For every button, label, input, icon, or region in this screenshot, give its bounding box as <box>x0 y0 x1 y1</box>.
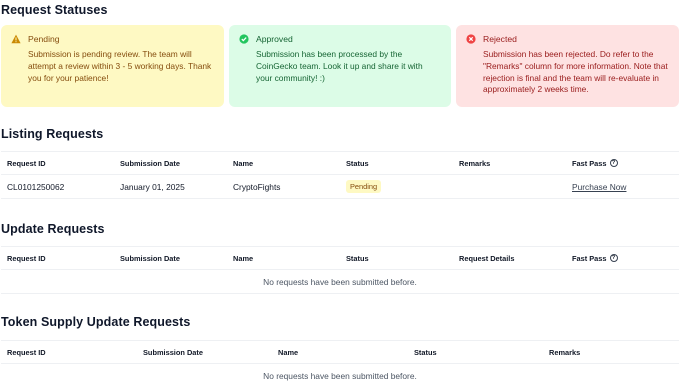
pending-title: Pending <box>28 34 60 44</box>
column-header: Submission Date <box>120 158 180 168</box>
help-icon[interactable]: ? <box>609 254 618 262</box>
table-header: Request ID Submission Date Name Status R… <box>1 151 679 175</box>
fast-pass-header: Fast Pass ? <box>572 152 618 174</box>
pending-description: Submission is pending review. The team w… <box>28 49 212 83</box>
column-header: Request Details <box>459 253 515 263</box>
column-header: Status <box>346 158 369 168</box>
column-header: Remarks <box>549 347 581 357</box>
request-name: CryptoFights <box>233 181 281 192</box>
table-row: CL0101250062 January 01, 2025 CryptoFigh… <box>1 175 679 199</box>
status-cell: Pending <box>346 175 382 198</box>
status-badge: Pending <box>346 180 382 193</box>
approved-description: Submission has been processed by the Coi… <box>256 49 423 83</box>
help-icon[interactable]: ? <box>609 159 618 167</box>
submission-date: January 01, 2025 <box>120 181 185 192</box>
column-header: Status <box>346 253 369 263</box>
column-header: Fast Pass <box>572 253 607 263</box>
column-header: Submission Date <box>120 253 180 263</box>
column-header: Remarks <box>459 158 491 168</box>
request-id: CL0101250062 <box>7 181 65 192</box>
fast-pass-header: Fast Pass ? <box>572 247 618 269</box>
rejected-title: Rejected <box>483 34 517 44</box>
column-header: Request ID <box>7 158 46 168</box>
fast-pass-cell: Purchase Now <box>572 175 626 198</box>
column-header: Name <box>278 347 299 357</box>
empty-state-message: No requests have been submitted before. <box>1 364 679 384</box>
check-circle-icon <box>239 34 249 44</box>
column-header: Submission Date <box>143 347 203 357</box>
table-header: Request ID Submission Date Name Status R… <box>1 246 679 270</box>
approved-title: Approved <box>256 34 293 44</box>
rejected-description: Submission has been rejected. Do refer t… <box>483 49 668 95</box>
listing-requests-heading: Listing Requests <box>1 127 104 141</box>
purchase-now-link[interactable]: Purchase Now <box>572 182 626 192</box>
column-header: Status <box>414 347 437 357</box>
empty-state-message: No requests have been submitted before. <box>1 270 679 294</box>
pending-status-card: Pending Submission is pending review. Th… <box>1 25 224 107</box>
rejected-status-card: Rejected Submission has been rejected. D… <box>456 25 679 107</box>
update-requests-heading: Update Requests <box>1 222 105 236</box>
table-header: Request ID Submission Date Name Status R… <box>1 340 679 364</box>
request-statuses-heading: Request Statuses <box>1 3 108 17</box>
column-header: Request ID <box>7 347 46 357</box>
column-header: Request ID <box>7 253 46 263</box>
warning-icon <box>11 34 21 44</box>
column-header: Fast Pass <box>572 158 607 168</box>
column-header: Name <box>233 253 254 263</box>
approved-status-card: Approved Submission has been processed b… <box>229 25 451 107</box>
column-header: Name <box>233 158 254 168</box>
x-circle-icon <box>466 34 476 44</box>
token-supply-update-requests-heading: Token Supply Update Requests <box>1 315 191 329</box>
